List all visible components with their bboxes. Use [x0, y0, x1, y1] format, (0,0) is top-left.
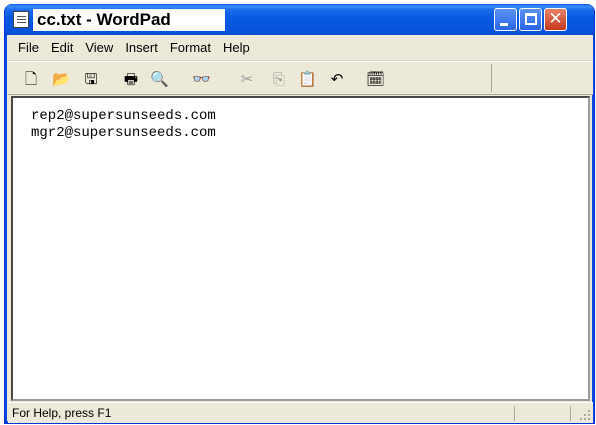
close-button[interactable]: ✕	[544, 8, 567, 31]
status-bar: For Help, press F1	[8, 402, 593, 423]
new-document-icon[interactable]: 🗋	[22, 70, 40, 88]
menu-edit[interactable]: Edit	[45, 40, 79, 55]
maximize-icon	[525, 13, 537, 25]
menu-file[interactable]: File	[12, 40, 45, 55]
menu-insert[interactable]: Insert	[119, 40, 164, 55]
status-text: For Help, press F1	[12, 406, 112, 420]
document-text-area[interactable]: rep2@supersunseeds.com mgr2@supersunseed…	[11, 96, 590, 401]
save-icon[interactable]: 🖫	[82, 70, 100, 88]
minimize-button[interactable]	[494, 8, 517, 31]
cut-icon[interactable]: ✂	[238, 70, 256, 88]
resize-grip-icon[interactable]	[579, 409, 591, 421]
close-icon: ✕	[548, 9, 563, 29]
wordpad-window: cc.txt - WordPad ✕ File Edit View Insert…	[4, 4, 595, 424]
undo-icon[interactable]: ↶	[328, 70, 346, 88]
date-time-icon[interactable]: 🗓	[366, 70, 385, 88]
document-line-2: mgr2@supersunseeds.com	[31, 125, 216, 141]
title-bar[interactable]: cc.txt - WordPad ✕	[5, 4, 594, 35]
menu-view[interactable]: View	[79, 40, 119, 55]
wordpad-document-icon[interactable]	[13, 11, 29, 28]
menu-format[interactable]: Format	[164, 40, 217, 55]
window-title: cc.txt - WordPad	[37, 10, 171, 29]
print-icon[interactable]: 🖶	[122, 70, 140, 88]
find-icon[interactable]: 👓	[192, 70, 211, 88]
toolbar: 🗋 📂 🖫 🖶 🔍 👓 ✂ ⎘ 📋 ↶ 🗓	[8, 61, 593, 95]
document-line-1: rep2@supersunseeds.com	[31, 108, 216, 124]
toolbar-buttons: 🗋 📂 🖫 🖶 🔍 👓 ✂ ⎘ 📋 ↶ 🗓	[14, 64, 492, 92]
maximize-button[interactable]	[519, 8, 542, 31]
print-preview-icon[interactable]: 🔍	[150, 70, 169, 88]
paste-icon[interactable]: 📋	[298, 70, 317, 88]
menu-help[interactable]: Help	[217, 40, 256, 55]
menu-bar: File Edit View Insert Format Help	[8, 35, 593, 61]
copy-icon[interactable]: ⎘	[270, 70, 288, 88]
status-separator	[570, 406, 571, 421]
open-folder-icon[interactable]: 📂	[52, 70, 71, 88]
status-separator	[514, 406, 515, 421]
minimize-icon	[500, 23, 508, 26]
